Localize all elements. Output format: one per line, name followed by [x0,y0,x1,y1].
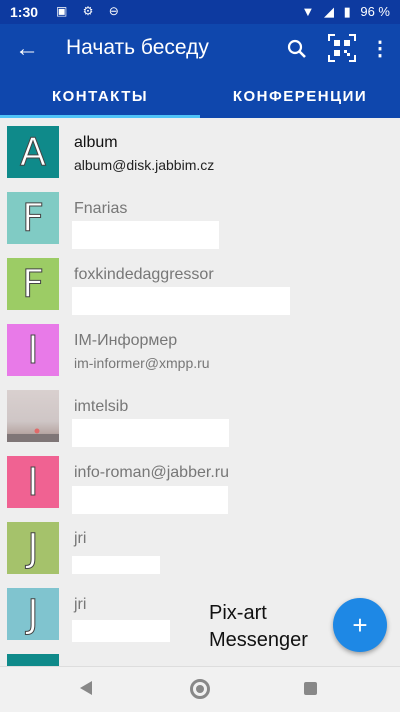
status-time: 1:30 [10,4,39,20]
tab-conferences[interactable]: КОНФЕРЕНЦИИ [200,82,400,118]
contact-name: info-roman@jabber.ru [74,464,229,481]
avatar-letter: J [27,592,39,637]
nav-home-icon[interactable] [190,679,210,699]
wifi-icon: ▼ [301,4,315,19]
nav-back-icon[interactable] [80,681,92,695]
contact-avatar: I [7,456,59,508]
status-right: ▼ ◢ ▮ 96 % [295,4,390,20]
contact-avatar: I [7,324,59,376]
redacted-jid [72,486,228,514]
tab-bar: КОНТАКТЫ КОНФЕРЕНЦИИ [0,82,400,118]
contact-name: jri [74,530,87,547]
contact-jid: im-informer@xmpp.ru [74,355,210,371]
contact-row[interactable]: I IM-Информер im-informer@xmpp.ru [0,316,400,382]
contact-jid: album@disk.jabbim.cz [74,157,215,173]
contact-name: Fnarias [74,200,128,217]
contact-name: foxkindedaggressor [74,266,214,283]
status-bar: 1:30 ▣ ⚙ ⊖ ▼ ◢ ▮ 96 % [0,0,400,24]
contact-row[interactable]: F Fnarias [0,184,400,250]
contact-avatar: J [7,588,59,640]
notification-icons: ▣ ⚙ ⊖ [56,4,125,18]
avatar-letter: I [27,328,39,373]
contact-name: jri [74,596,87,613]
contact-row[interactable]: J jri [0,514,400,580]
contact-row[interactable]: imtelsib [0,382,400,448]
contact-photo [7,390,59,442]
system-nav-bar [0,666,400,712]
avatar-letter: F [22,196,45,241]
avatar-letter: J [27,526,39,571]
contact-name: IM-Информер [74,332,178,349]
contact-name: album [74,134,118,151]
redacted-jid [72,556,160,574]
back-arrow-icon[interactable]: ← [12,34,42,64]
contact-name: imtelsib [74,398,129,415]
redacted-jid [72,221,219,249]
signal-icon: ◢ [323,4,334,19]
contact-list: A album album@disk.jabbim.cz F Fnarias F… [0,118,400,666]
contact-row[interactable]: I info-roman@jabber.ru [0,448,400,514]
watermark-line: Messenger [209,629,308,651]
page-title: Начать беседу [66,36,209,59]
contact-row[interactable] [0,646,400,666]
redacted-jid [72,419,229,447]
battery-percent: 96 % [360,4,390,19]
app-bar: ← Начать беседу ⋮ КОНТАКТЫ КОНФЕРЕНЦИИ [0,24,400,118]
more-options-icon[interactable]: ⋮ [370,34,390,64]
app-name-watermark: Pix-art Messenger [209,600,308,654]
avatar-letter: A [20,130,47,175]
contact-avatar: J [7,522,59,574]
avatar-letter: I [27,460,39,505]
watermark-line: Pix-art [209,602,267,624]
tab-contacts[interactable]: КОНТАКТЫ [0,82,200,118]
redacted-jid [72,287,290,315]
redacted-jid [72,620,170,642]
contact-avatar: F [7,258,59,310]
avatar-letter: F [22,262,45,307]
contact-avatar [7,654,59,666]
add-contact-button[interactable]: + [333,598,387,652]
contact-row[interactable]: A album album@disk.jabbim.cz [0,118,400,184]
contact-avatar: F [7,192,59,244]
contact-row[interactable]: F foxkindedaggressor [0,250,400,316]
battery-icon: ▮ [343,4,351,19]
qr-code-scan-icon[interactable] [328,34,356,62]
nav-recents-icon[interactable] [304,682,317,695]
search-icon[interactable] [282,34,312,64]
plus-icon: + [352,610,368,640]
contact-avatar: A [7,126,59,178]
